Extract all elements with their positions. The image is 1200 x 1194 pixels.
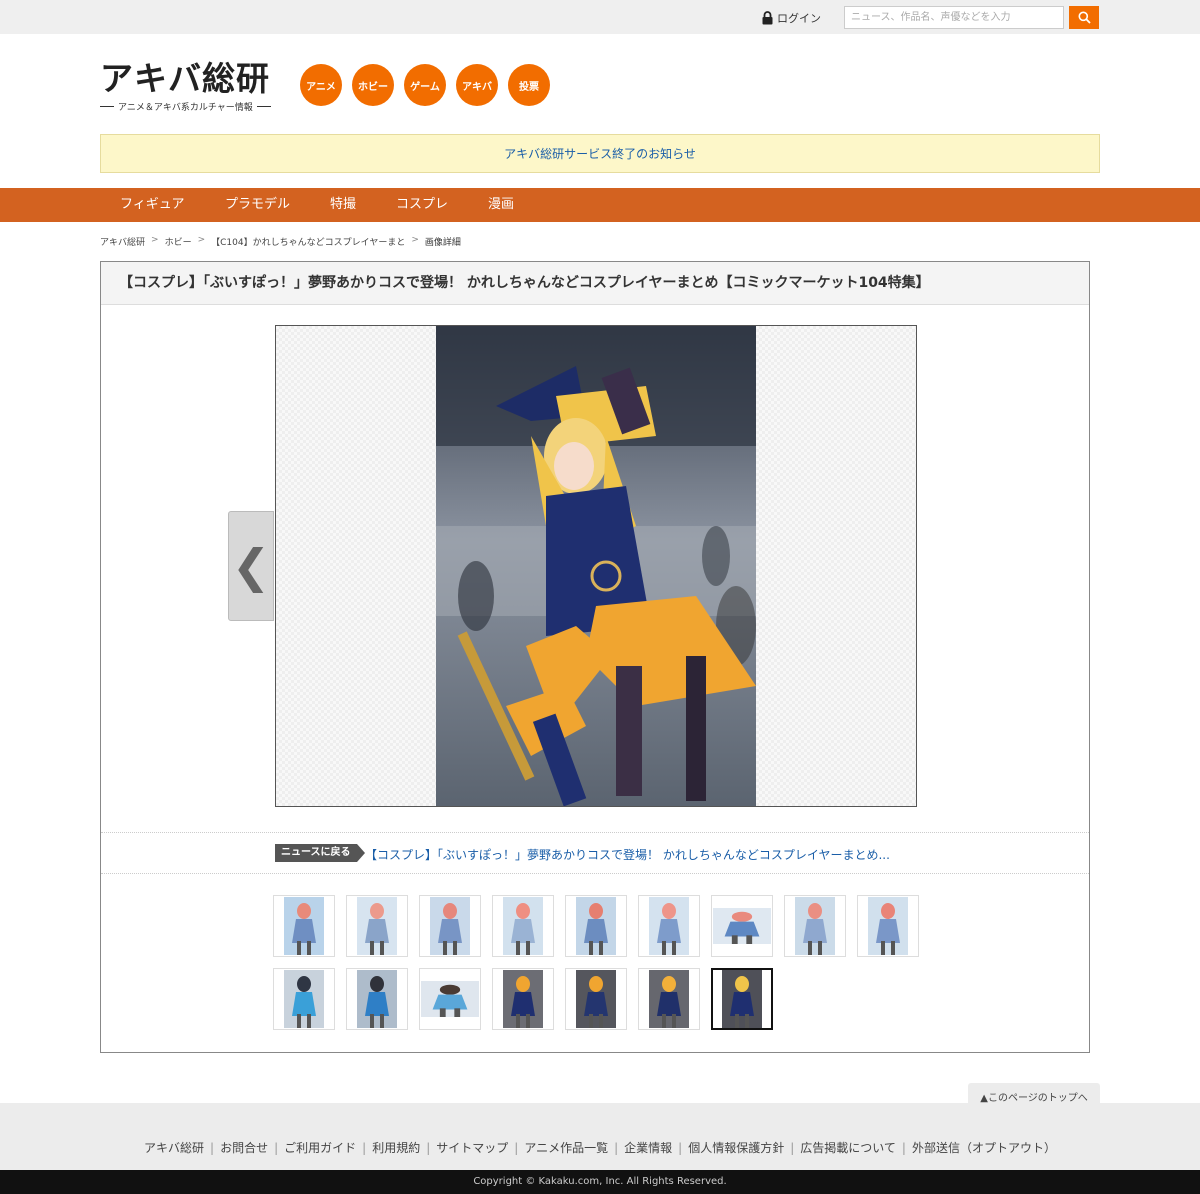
- thumbnail-image: [713, 908, 771, 944]
- category-vote-button[interactable]: 投票: [508, 64, 550, 106]
- nav-item-manga[interactable]: 漫画: [488, 188, 514, 222]
- thumbnail-3[interactable]: [419, 895, 481, 957]
- footer-link-contact[interactable]: お問合せ: [220, 1141, 268, 1155]
- chevron-left-icon: ❮: [231, 539, 271, 593]
- thumbnail-image: [576, 897, 616, 955]
- thumbnail-image: [649, 970, 689, 1028]
- footer-link-home[interactable]: アキバ総研: [144, 1141, 204, 1155]
- thumbnail-8[interactable]: [784, 895, 846, 957]
- thumbnail-4[interactable]: [492, 895, 554, 957]
- footer-link-terms[interactable]: 利用規約: [372, 1141, 420, 1155]
- footer-link-optout[interactable]: 外部送信（オプトアウト）: [912, 1141, 1056, 1155]
- thumbnail-6[interactable]: [638, 895, 700, 957]
- news-article-link[interactable]: 【コスプレ】「ぶいすぽっ！」夢野あかりコスで登場！ かれしちゃんなどコスプレイヤ…: [365, 846, 890, 863]
- thumbnail-image: [284, 897, 324, 955]
- thumbnail-image: [868, 897, 908, 955]
- thumbnail-2[interactable]: [346, 895, 408, 957]
- thumbnail-image: [357, 897, 397, 955]
- thumbnail-13[interactable]: [492, 968, 554, 1030]
- global-nav: フィギュア プラモデル 特撮 コスプレ 漫画: [0, 188, 1200, 222]
- category-anime-button[interactable]: アニメ: [300, 64, 342, 106]
- thumbnail-image: [722, 970, 762, 1028]
- top-utility-bar: ログイン: [0, 0, 1200, 34]
- breadcrumb-home[interactable]: アキバ総研: [100, 235, 145, 248]
- thumbnail-image: [576, 970, 616, 1028]
- thumbnail-image: [421, 981, 479, 1017]
- breadcrumb-current: 画像詳細: [424, 238, 461, 248]
- thumbnail-image: [649, 897, 689, 955]
- logo-tagline-row: アニメ＆アキバ系カルチャー情報: [100, 100, 280, 113]
- back-to-news-row: ニュースに戻る 【コスプレ】「ぶいすぽっ！」夢野あかりコスで登場！ かれしちゃん…: [101, 832, 1089, 874]
- breadcrumb-hobby[interactable]: ホビー: [165, 235, 192, 248]
- cosplay-photo: [436, 326, 756, 806]
- footer: アキバ総研 | お問合せ | ご利用ガイド | 利用規約 | サイトマップ | アニメ作品一覧 | 企業…: [0, 1103, 1200, 1170]
- previous-image-button[interactable]: ❮: [228, 511, 274, 621]
- search-button[interactable]: [1069, 6, 1099, 29]
- thumbnail-7[interactable]: [711, 895, 773, 957]
- nav-item-cosplay[interactable]: コスプレ: [396, 188, 448, 222]
- thumbnail-15[interactable]: [638, 968, 700, 1030]
- footer-link-privacy[interactable]: 個人情報保護方針: [688, 1141, 784, 1155]
- login-link[interactable]: ログイン: [761, 10, 821, 26]
- image-detail-panel: 【コスプレ】「ぶいすぽっ！」夢野あかりコスで登場！ かれしちゃんなどコスプレイヤ…: [100, 261, 1090, 1053]
- thumbnail-image: [503, 970, 543, 1028]
- logo-tagline: アニメ＆アキバ系カルチャー情報: [118, 103, 253, 113]
- page-title: 【コスプレ】「ぶいすぽっ！」夢野あかりコスで登場！ かれしちゃんなどコスプレイヤ…: [101, 262, 1089, 305]
- category-game-button[interactable]: ゲーム: [404, 64, 446, 106]
- service-end-notice[interactable]: アキバ総研サービス終了のお知らせ: [100, 134, 1100, 173]
- thumbnail-image: [430, 897, 470, 955]
- nav-item-figure[interactable]: フィギュア: [120, 188, 184, 222]
- thumbnail-image: [795, 897, 835, 955]
- back-to-news-tag: ニュースに戻る: [275, 844, 364, 862]
- footer-link-company[interactable]: 企業情報: [624, 1141, 672, 1155]
- lock-icon: [762, 11, 773, 25]
- nav-item-plamodel[interactable]: プラモデル: [225, 188, 290, 222]
- footer-links: アキバ総研 | お問合せ | ご利用ガイド | 利用規約 | サイトマップ | アニメ作品一覧 | 企業…: [144, 1141, 1056, 1155]
- copyright: Copyright © Kakaku.com, Inc. All Rights …: [0, 1170, 1200, 1194]
- login-label: ログイン: [777, 12, 821, 25]
- logo-text: アキバ総研: [100, 59, 270, 98]
- thumbnail-11[interactable]: [346, 968, 408, 1030]
- footer-link-sitemap[interactable]: サイトマップ: [436, 1141, 508, 1155]
- thumbnail-16[interactable]: [711, 968, 773, 1030]
- thumbnail-10[interactable]: [273, 968, 335, 1030]
- category-hobby-button[interactable]: ホビー: [352, 64, 394, 106]
- thumbnail-9[interactable]: [857, 895, 919, 957]
- footer-link-guide[interactable]: ご利用ガイド: [284, 1141, 356, 1155]
- footer-link-ads[interactable]: 広告掲載について: [800, 1141, 896, 1155]
- thumbnail-image: [503, 897, 543, 955]
- nav-item-tokusatsu[interactable]: 特撮: [330, 188, 356, 222]
- search-icon: [1078, 11, 1091, 24]
- breadcrumb-article[interactable]: 【C104】かれしちゃんなどコスプレイヤーまと: [211, 235, 405, 248]
- breadcrumb: アキバ総研 > ホビー > 【C104】かれしちゃんなどコスプレイヤーまと > …: [100, 235, 461, 248]
- main-image-frame: [275, 325, 917, 807]
- thumbnail-5[interactable]: [565, 895, 627, 957]
- thumbnail-image: [284, 970, 324, 1028]
- thumbnail-12[interactable]: [419, 968, 481, 1030]
- thumbnail-1[interactable]: [273, 895, 335, 957]
- category-akiba-button[interactable]: アキバ: [456, 64, 498, 106]
- site-logo[interactable]: アキバ総研 アニメ＆アキバ系カルチャー情報: [100, 59, 280, 113]
- thumbnail-14[interactable]: [565, 968, 627, 1030]
- search-input[interactable]: [844, 6, 1064, 29]
- thumbnail-image: [357, 970, 397, 1028]
- footer-link-anime-list[interactable]: アニメ作品一覧: [524, 1141, 608, 1155]
